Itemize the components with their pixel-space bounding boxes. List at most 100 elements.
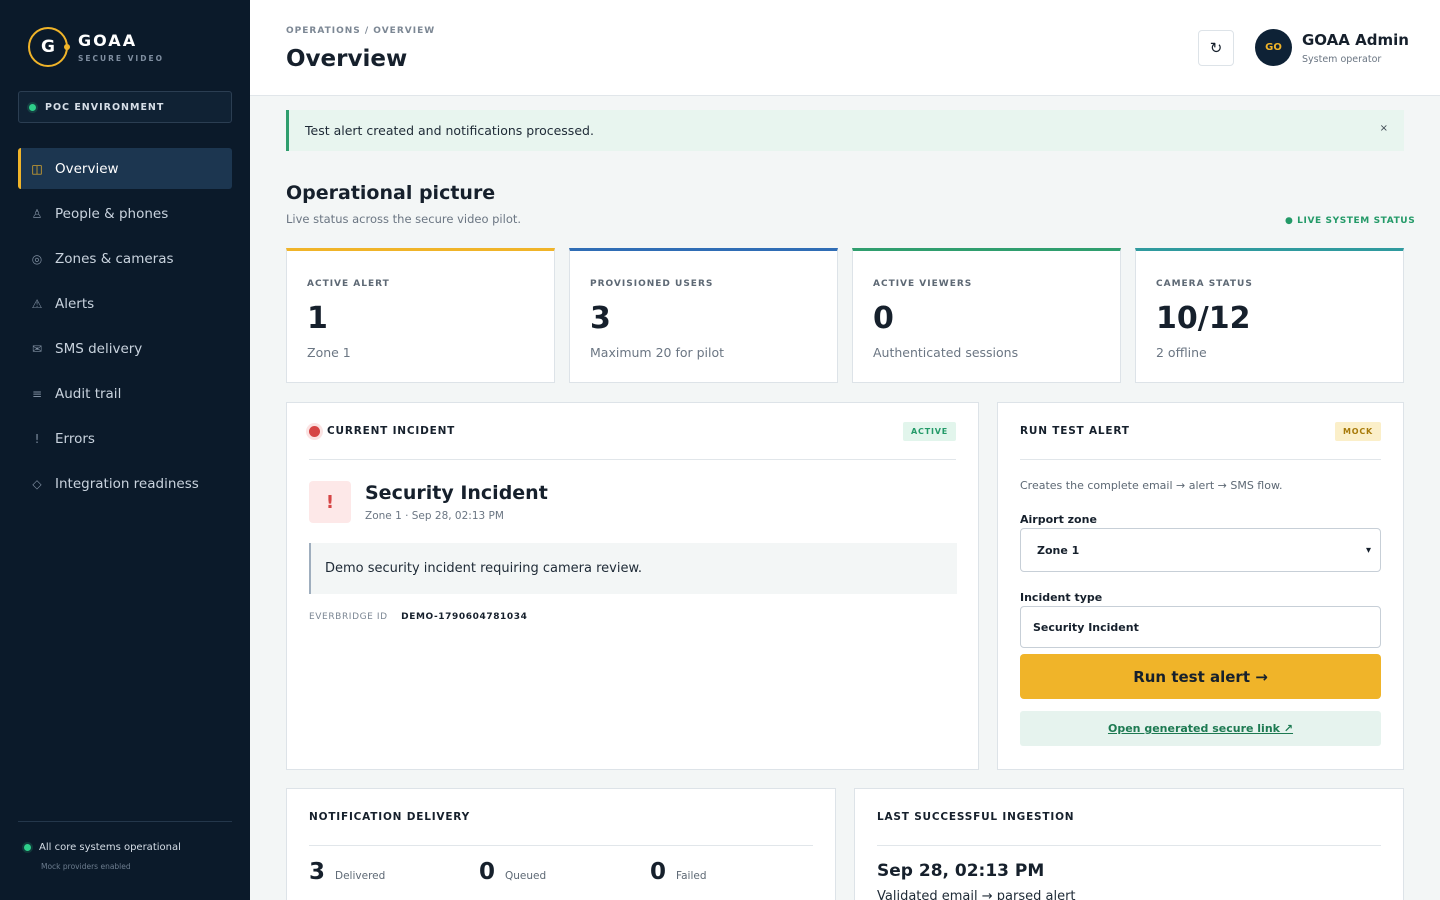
overview-icon: ◫ [31, 161, 43, 176]
environment-badge: POC ENVIRONMENT [18, 91, 232, 123]
metric-label: Queued [505, 870, 547, 882]
sidebar-item-label: People & phones [55, 205, 169, 222]
ingestion-note: Validated email → parsed alert [877, 889, 1076, 900]
sidebar-item-integration[interactable]: ◇ Integration readiness [18, 463, 232, 504]
refresh-icon: ↻ [1209, 39, 1223, 57]
status-dot-icon [24, 844, 31, 851]
test-alert-description: Creates the complete email → alert → SMS… [1020, 479, 1283, 492]
sidebar-footer: All core systems operational Mock provid… [18, 821, 232, 871]
metric-value: 3 [309, 859, 326, 885]
incident-title: Security Incident [365, 482, 548, 504]
sidebar-item-label: SMS delivery [55, 340, 143, 357]
exclamation-icon: ! [34, 431, 40, 446]
everbridge-label: EVERBRIDGE ID [309, 612, 388, 622]
stat-value: 1 [307, 301, 328, 336]
sidebar-item-label: Zones & cameras [55, 250, 174, 267]
page-header: OPERATIONS / OVERVIEW Overview ↻ GO GOAA… [250, 0, 1440, 96]
incident-meta: Zone 1 · Sep 28, 02:13 PM [365, 510, 504, 522]
system-status-text: All core systems operational [39, 842, 181, 853]
run-test-alert-button[interactable]: Run test alert → [1020, 654, 1381, 699]
refresh-button[interactable]: ↻ [1198, 30, 1234, 66]
sidebar-item-errors[interactable]: ! Errors [18, 418, 232, 459]
page-title: Overview [286, 46, 408, 72]
mock-badge: MOCK [1334, 421, 1381, 441]
user-name: GOAA Admin [1302, 31, 1409, 49]
panel-title: LAST SUCCESSFUL INGESTION [877, 811, 1075, 823]
stat-card-active-alert[interactable]: ACTIVE ALERT 1 Zone 1 [286, 248, 555, 383]
diamond-icon: ◇ [32, 476, 42, 491]
status-badge: ACTIVE [903, 421, 956, 441]
sidebar-item-zones[interactable]: ◎ Zones & cameras [18, 238, 232, 279]
flash-message: Test alert created and notifications pro… [286, 110, 1404, 151]
breadcrumb: OPERATIONS / OVERVIEW [286, 26, 436, 36]
incident-type-label: Incident type [1020, 591, 1103, 604]
panel-title: RUN TEST ALERT [1020, 425, 1130, 437]
current-incident-panel: CURRENT INCIDENT ACTIVE ! Security Incid… [286, 402, 979, 770]
mock-providers-note: Mock providers enabled [41, 862, 131, 871]
last-ingestion-panel: LAST SUCCESSFUL INGESTION Sep 28, 02:13 … [854, 788, 1404, 900]
sidebar: G GOAA SECURE VIDEO POC ENVIRONMENT ◫ Ov… [0, 0, 250, 900]
sidebar-item-overview[interactable]: ◫ Overview [18, 148, 232, 189]
metric-failed: 0 Failed [650, 859, 707, 885]
sidebar-item-people[interactable]: ♙ People & phones [18, 193, 232, 234]
notification-delivery-panel: NOTIFICATION DELIVERY 3 Delivered 0 Queu… [286, 788, 836, 900]
sidebar-item-label: Audit trail [55, 385, 122, 402]
sidebar-item-label: Alerts [55, 295, 95, 312]
airport-zone-label: Airport zone [1020, 513, 1097, 526]
section-title: Operational picture [286, 182, 496, 204]
panel-title-text: CURRENT INCIDENT [327, 425, 456, 437]
brand-subtitle: SECURE VIDEO [78, 53, 164, 63]
incident-description: Demo security incident requiring camera … [309, 543, 957, 594]
person-icon: ♙ [31, 206, 43, 221]
live-status-indicator: ● LIVE SYSTEM STATUS [1285, 216, 1416, 226]
stat-card-provisioned-users[interactable]: PROVISIONED USERS 3 Maximum 20 for pilot [569, 248, 838, 383]
stat-label: ACTIVE ALERT [307, 279, 390, 289]
sidebar-item-label: Overview [55, 160, 119, 177]
list-icon: ≡ [31, 386, 43, 401]
stat-card-active-viewers[interactable]: ACTIVE VIEWERS 0 Authenticated sessions [852, 248, 1121, 383]
metric-label: Failed [676, 870, 707, 882]
brand-logo[interactable]: G GOAA SECURE VIDEO [28, 27, 164, 67]
stat-value: 0 [873, 301, 894, 336]
section-subtitle: Live status across the secure video pilo… [286, 212, 522, 226]
stat-value: 3 [590, 301, 611, 336]
stat-card-camera-status[interactable]: CAMERA STATUS 10/12 2 offline [1135, 248, 1404, 383]
stat-value: 10/12 [1156, 301, 1251, 336]
metric-value: 0 [479, 859, 496, 885]
exclamation-icon: ! [309, 481, 351, 523]
sidebar-item-audit[interactable]: ≡ Audit trail [18, 373, 232, 414]
status-dot-icon [29, 103, 36, 111]
incident-type-input[interactable]: Security Incident [1020, 606, 1381, 648]
warning-icon: ⚠ [31, 296, 43, 311]
user-role: System operator [1302, 54, 1382, 65]
system-status: All core systems operational [18, 842, 232, 853]
camera-icon: ◎ [31, 251, 43, 266]
environment-label: POC ENVIRONMENT [45, 101, 165, 113]
run-test-alert-panel: RUN TEST ALERT MOCK Creates the complete… [997, 402, 1404, 770]
airport-zone-select[interactable]: Zone 1 ▾ [1020, 528, 1381, 572]
open-secure-link[interactable]: Open generated secure link ↗ [1020, 711, 1381, 746]
stat-label: PROVISIONED USERS [590, 279, 714, 289]
brand-mark-icon: G [28, 27, 70, 67]
stat-label: ACTIVE VIEWERS [873, 279, 973, 289]
stat-note: Authenticated sessions [873, 345, 1019, 360]
sidebar-item-sms[interactable]: ✉ SMS delivery [18, 328, 232, 369]
close-icon[interactable]: × [1380, 123, 1388, 134]
alert-dot-icon [309, 425, 320, 437]
airport-zone-value: Zone 1 [1037, 543, 1080, 557]
metric-queued: 0 Queued [479, 859, 546, 885]
metric-label: Delivered [335, 870, 386, 882]
stat-note: Maximum 20 for pilot [590, 345, 725, 360]
metric-value: 0 [650, 859, 667, 885]
stat-label: CAMERA STATUS [1156, 279, 1253, 289]
incident-type-value: Security Incident [1033, 620, 1139, 634]
sidebar-item-alerts[interactable]: ⚠ Alerts [18, 283, 232, 324]
panel-title: NOTIFICATION DELIVERY [309, 811, 471, 823]
avatar[interactable]: GO [1255, 29, 1292, 66]
ingestion-time: Sep 28, 02:13 PM [877, 861, 1045, 881]
everbridge-id-row: EVERBRIDGE ID DEMO-1790604781034 [309, 612, 528, 622]
sidebar-nav: ◫ Overview ♙ People & phones ◎ Zones & c… [18, 148, 232, 508]
sidebar-item-label: Errors [55, 430, 95, 447]
envelope-icon: ✉ [31, 341, 43, 356]
metric-delivered: 3 Delivered [309, 859, 385, 885]
